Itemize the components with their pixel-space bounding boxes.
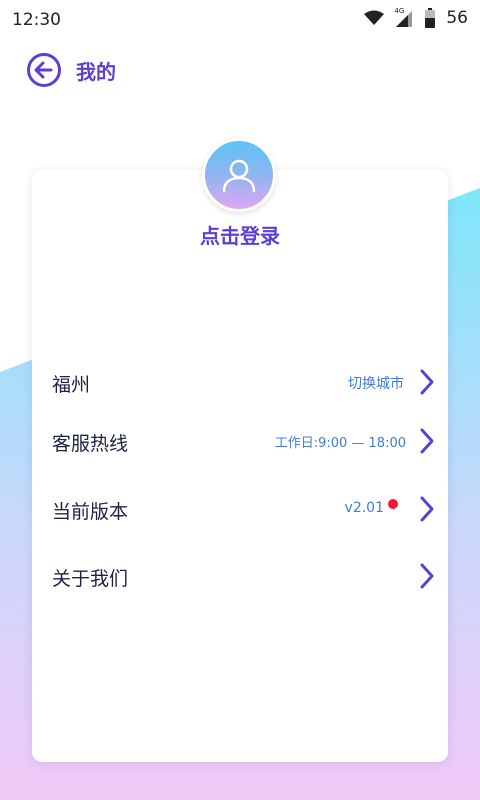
menu-row-about[interactable]: 关于我们 xyxy=(52,552,440,602)
chevron-right-icon xyxy=(420,563,434,589)
signal-icon xyxy=(396,11,413,27)
battery-level: 56 xyxy=(446,8,468,28)
menu-row-hotline[interactable]: 客服热线 工作日:9:00 — 18:00 xyxy=(52,417,440,467)
menu-row-version[interactable]: 当前版本 v2.01 xyxy=(52,485,440,535)
user-icon xyxy=(222,159,256,193)
about-label: 关于我们 xyxy=(52,568,129,590)
chevron-right-icon xyxy=(420,428,434,454)
header: 我的 xyxy=(26,52,116,88)
version-value: v2.01 xyxy=(344,500,384,516)
signal-group: 4G xyxy=(394,7,414,27)
status-time: 12:30 xyxy=(12,10,61,30)
status-bar: 12:30 4G 56 xyxy=(0,0,480,40)
hotline-label: 客服热线 xyxy=(52,433,129,455)
page-title: 我的 xyxy=(76,59,116,84)
login-button[interactable]: 点击登录 xyxy=(0,220,480,249)
hotline-hours: 工作日:9:00 — 18:00 xyxy=(274,436,406,451)
version-label: 当前版本 xyxy=(52,501,129,523)
city-label: 福州 xyxy=(52,374,91,396)
avatar[interactable] xyxy=(202,138,276,212)
update-badge xyxy=(388,499,398,509)
menu-row-city[interactable]: 福州 切换城市 xyxy=(52,358,440,408)
wifi-icon xyxy=(364,10,385,25)
status-icons: 4G 56 xyxy=(364,7,468,28)
chevron-right-icon xyxy=(420,369,434,395)
battery-icon xyxy=(425,8,436,28)
chevron-right-icon xyxy=(420,496,434,522)
switch-city-link[interactable]: 切换城市 xyxy=(348,373,404,393)
arrow-left-circle-icon[interactable] xyxy=(26,52,62,88)
